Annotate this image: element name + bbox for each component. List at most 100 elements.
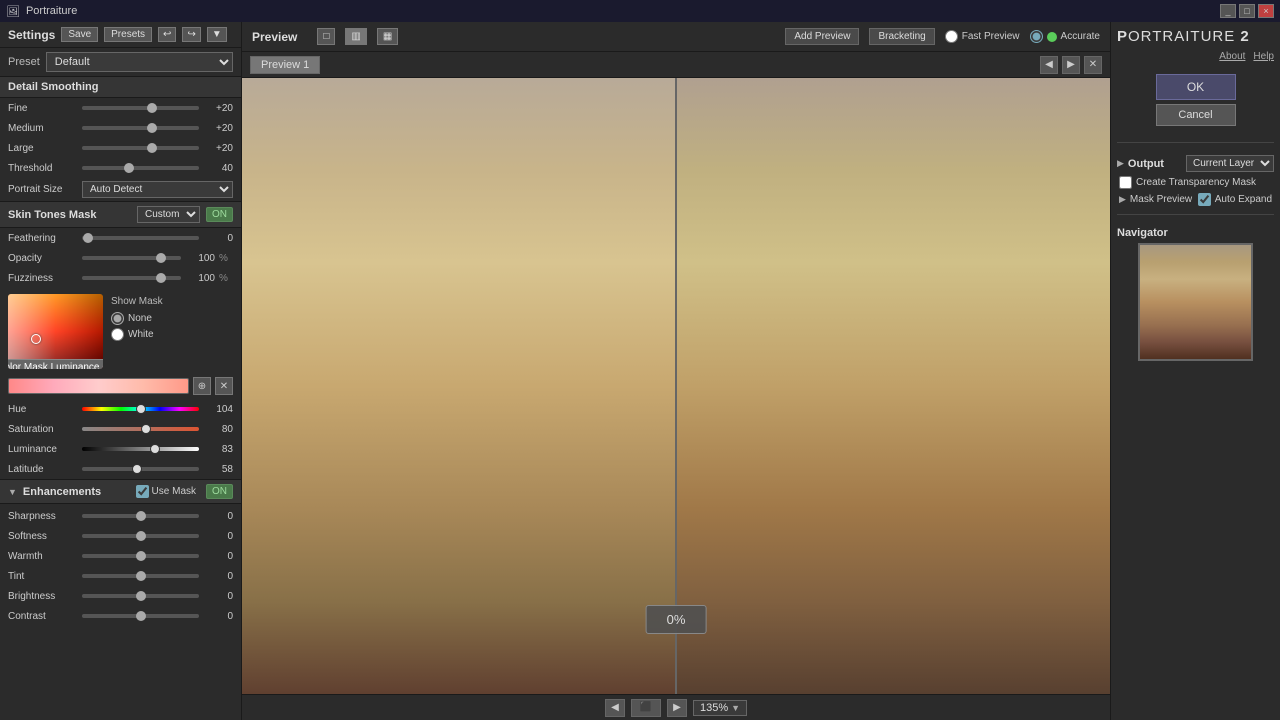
close-btn[interactable]: × — [1258, 4, 1274, 18]
swatch-row: ⊕ ✕ — [0, 375, 241, 399]
sharpness-label: Sharpness — [8, 511, 78, 522]
redo-button[interactable]: ↪ — [182, 27, 200, 42]
mask-preview-triangle[interactable]: ▶ — [1119, 194, 1126, 205]
feathering-slider[interactable] — [82, 236, 199, 240]
saturation-slider[interactable] — [82, 427, 199, 431]
detail-smoothing-header: Detail Smoothing — [0, 76, 241, 98]
app-title: PORTRAITURE 2 — [1117, 28, 1250, 45]
brightness-value: 0 — [203, 591, 233, 602]
preset-select[interactable]: Default — [46, 52, 233, 72]
accurate-radio[interactable] — [1030, 30, 1043, 43]
color-tooltip: Skin Color Mask Luminance (0...100) — [8, 359, 103, 369]
navigator-section: Navigator — [1117, 227, 1274, 361]
fine-slider-row: Fine +20 — [0, 98, 241, 118]
tab-prev-btn[interactable]: ◀ — [1040, 56, 1058, 74]
contrast-slider-row: Contrast 0 — [0, 606, 241, 626]
save-button[interactable]: Save — [61, 27, 98, 42]
sharpness-slider[interactable] — [82, 514, 199, 518]
skin-tones-mode-select[interactable]: Custom — [137, 206, 200, 223]
zoom-dropdown-arrow[interactable]: ▼ — [731, 703, 740, 713]
maximize-btn[interactable]: □ — [1239, 4, 1255, 18]
nav-prev-btn[interactable]: ◀ — [605, 699, 625, 717]
skin-tones-header: Skin Tones Mask Custom ON — [0, 201, 241, 228]
fine-slider[interactable] — [82, 106, 199, 110]
auto-expand-label: Auto Expand — [1215, 194, 1272, 205]
fine-label: Fine — [8, 103, 78, 114]
color-swatch-bar[interactable] — [8, 378, 189, 394]
show-mask-panel: Show Mask None White — [111, 294, 163, 369]
threshold-slider-row: Threshold 40 — [0, 158, 241, 178]
use-mask-checkbox[interactable] — [136, 485, 149, 498]
luminance-slider-row: Luminance 83 — [0, 439, 241, 459]
preview-title: Preview — [252, 30, 297, 44]
threshold-slider[interactable] — [82, 166, 199, 170]
enhancements-sliders: Sharpness 0 Softness 0 Warmth 0 — [0, 504, 241, 628]
fast-preview-radio[interactable] — [945, 30, 958, 43]
accurate-text: Accurate — [1061, 31, 1100, 42]
enhancements-on-badge: ON — [206, 484, 233, 499]
navigator-label: Navigator — [1117, 227, 1274, 239]
add-preview-btn[interactable]: Add Preview — [785, 28, 859, 45]
tab-menu-btn[interactable]: ✕ — [1084, 56, 1102, 74]
medium-label: Medium — [8, 123, 78, 134]
output-label: Output — [1128, 158, 1182, 170]
large-slider[interactable] — [82, 146, 199, 150]
color-gradient-picker[interactable]: Skin Color Mask Luminance (0...100) — [8, 294, 103, 369]
window-controls: _ □ × — [1220, 4, 1274, 18]
clear-icon[interactable]: ✕ — [215, 377, 233, 395]
right-header: PORTRAITURE 2 — [1117, 28, 1274, 45]
preview-left[interactable] — [242, 78, 677, 694]
accurate-dot — [1047, 32, 1057, 42]
settings-label: Settings — [8, 28, 55, 42]
undo-button[interactable]: ↩ — [158, 27, 176, 42]
fine-value: +20 — [203, 103, 233, 114]
opacity-slider[interactable] — [82, 256, 181, 260]
divider-2 — [1117, 214, 1274, 215]
contrast-slider[interactable] — [82, 614, 199, 618]
bracketing-btn[interactable]: Bracketing — [869, 28, 934, 45]
view-split-btn[interactable]: ▥ — [345, 28, 366, 45]
preset-row: Preset Default — [0, 48, 241, 76]
preview-tab-1[interactable]: Preview 1 — [250, 56, 320, 74]
expand-button[interactable]: ▼ — [207, 27, 227, 42]
show-mask-white-radio[interactable] — [111, 328, 124, 341]
navigator-thumbnail[interactable] — [1138, 243, 1253, 361]
show-mask-none-radio[interactable] — [111, 312, 124, 325]
brightness-slider[interactable] — [82, 594, 199, 598]
portrait-size-select[interactable]: Auto Detect — [82, 181, 233, 198]
about-link[interactable]: About — [1219, 51, 1245, 62]
progress-badge: 0% — [646, 605, 707, 634]
large-label: Large — [8, 143, 78, 154]
minimize-btn[interactable]: _ — [1220, 4, 1236, 18]
mask-preview-row: ▶ Mask Preview Auto Expand — [1117, 191, 1274, 208]
latitude-slider[interactable] — [82, 467, 199, 471]
help-link[interactable]: Help — [1253, 51, 1274, 62]
color-crosshair — [31, 334, 41, 344]
opacity-value: 100 — [185, 253, 215, 264]
ok-button[interactable]: OK — [1156, 74, 1236, 100]
enhancements-header[interactable]: ▼ Enhancements Use Mask ON — [0, 479, 241, 504]
hue-slider[interactable] — [82, 407, 199, 411]
view-single-btn[interactable]: □ — [317, 28, 335, 45]
nav-next-btn[interactable]: ▶ — [667, 699, 687, 717]
presets-button[interactable]: Presets — [104, 27, 152, 42]
output-triangle[interactable]: ▶ — [1117, 158, 1124, 169]
softness-slider[interactable] — [82, 534, 199, 538]
medium-slider[interactable] — [82, 126, 199, 130]
cancel-button[interactable]: Cancel — [1156, 104, 1236, 126]
luminance-slider[interactable] — [82, 447, 199, 451]
nav-thumb-btn[interactable]: ⬛ — [631, 699, 661, 717]
auto-expand-checkbox[interactable] — [1198, 193, 1211, 206]
right-face-image — [677, 78, 1110, 694]
large-value: +20 — [203, 143, 233, 154]
tab-next-btn[interactable]: ▶ — [1062, 56, 1080, 74]
auto-expand-row: Auto Expand — [1198, 193, 1272, 206]
output-select[interactable]: Current Layer — [1186, 155, 1274, 172]
transparency-mask-checkbox[interactable] — [1119, 176, 1132, 189]
fuzziness-slider[interactable] — [82, 276, 181, 280]
preview-right[interactable] — [677, 78, 1110, 694]
warmth-slider[interactable] — [82, 554, 199, 558]
tint-slider[interactable] — [82, 574, 199, 578]
view-dual-btn[interactable]: ▦ — [377, 28, 398, 45]
eyedropper-icon[interactable]: ⊕ — [193, 377, 211, 395]
